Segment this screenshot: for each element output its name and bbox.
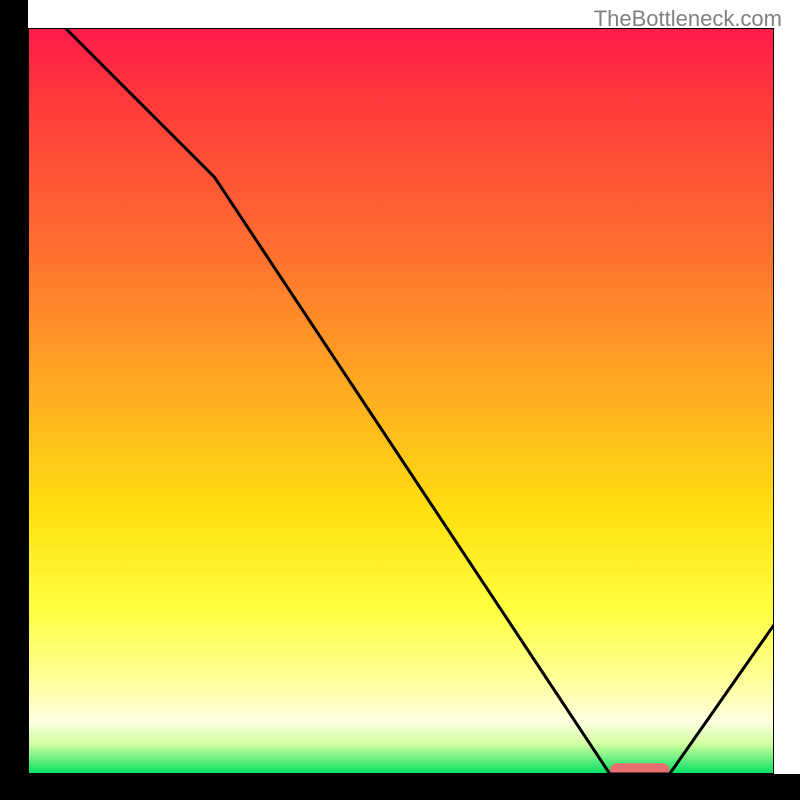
y-axis-bar bbox=[0, 0, 28, 800]
watermark-text: TheBottleneck.com bbox=[594, 6, 782, 32]
gradient-background bbox=[28, 28, 774, 774]
optimal-range-marker bbox=[610, 763, 670, 774]
chart-container bbox=[28, 28, 774, 774]
chart-svg bbox=[28, 28, 774, 774]
x-axis-bar bbox=[0, 774, 800, 800]
